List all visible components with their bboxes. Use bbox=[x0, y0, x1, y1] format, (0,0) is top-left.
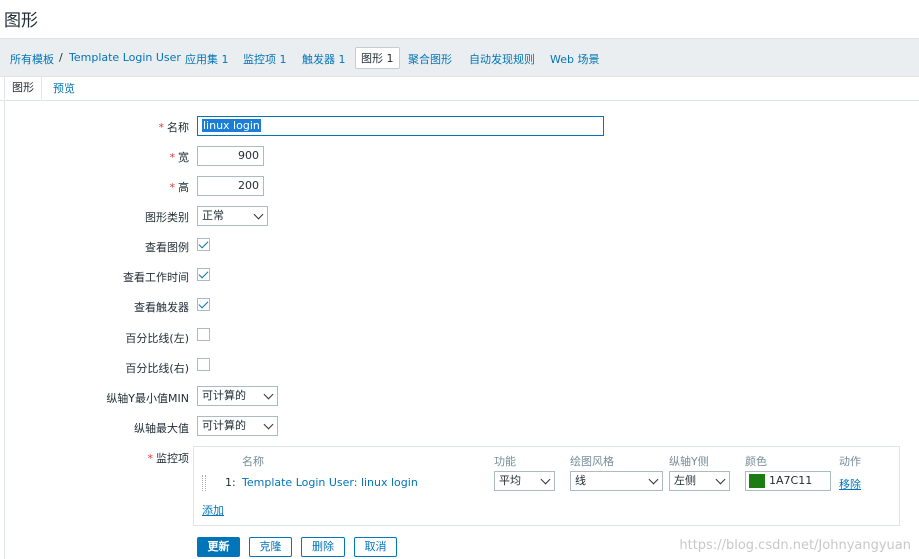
show-triggers-label: 查看触发器 bbox=[134, 301, 189, 314]
ymin-label: 纵轴Y最小值MIN bbox=[106, 392, 189, 405]
delete-button[interactable]: 删除 bbox=[301, 537, 345, 557]
checkmark-icon bbox=[198, 298, 209, 309]
nav-applications-link[interactable]: 应用集 1 bbox=[185, 51, 229, 67]
function-select[interactable]: 平均 bbox=[494, 471, 555, 491]
drag-handle-icon[interactable] bbox=[202, 475, 206, 491]
chevron-down-icon bbox=[540, 474, 551, 485]
chevron-down-icon bbox=[648, 474, 659, 485]
breadcrumb-separator: / bbox=[59, 51, 63, 64]
ymin-select[interactable]: 可计算的 bbox=[197, 386, 278, 406]
y-axis-side-select[interactable]: 左侧 bbox=[669, 471, 730, 491]
tab-graph[interactable]: 图形 bbox=[4, 76, 42, 100]
percentile-right-checkbox[interactable] bbox=[197, 358, 210, 371]
name-input[interactable]: linux login bbox=[197, 116, 604, 136]
nav-triggers-link[interactable]: 触发器 1 bbox=[302, 51, 346, 67]
col-header-name: 名称 bbox=[242, 455, 264, 468]
required-marker: * bbox=[169, 181, 176, 194]
show-legend-checkbox[interactable] bbox=[197, 238, 210, 251]
show-working-time-label: 查看工作时间 bbox=[123, 271, 189, 284]
color-input[interactable]: 1A7C11 bbox=[745, 471, 831, 491]
required-marker: * bbox=[158, 121, 165, 134]
chevron-down-icon bbox=[715, 474, 726, 485]
height-input[interactable]: 200 bbox=[197, 176, 264, 196]
col-header-y-axis-side: 纵轴Y侧 bbox=[669, 455, 709, 468]
col-header-color: 颜色 bbox=[745, 455, 767, 468]
breadcrumb: 所有模板 / Template Login User 应用集 1 监控项 1 触… bbox=[0, 38, 919, 77]
tab-bar: 图形 预览 bbox=[0, 76, 919, 101]
percentile-right-label: 百分比线(右) bbox=[125, 362, 189, 375]
clone-button[interactable]: 克隆 bbox=[249, 537, 292, 557]
col-header-action: 动作 bbox=[839, 455, 861, 468]
ymax-select[interactable]: 可计算的 bbox=[197, 416, 278, 436]
col-header-function: 功能 bbox=[494, 455, 516, 468]
graph-type-select[interactable]: 正常 bbox=[197, 206, 268, 226]
chevron-down-icon bbox=[263, 389, 274, 400]
checkmark-icon bbox=[198, 268, 209, 279]
draw-style-select[interactable]: 线 bbox=[570, 471, 663, 491]
height-label: * 高 bbox=[169, 181, 190, 194]
show-triggers-checkbox[interactable] bbox=[197, 298, 210, 311]
width-label: * 宽 bbox=[169, 151, 190, 164]
col-header-draw-style: 绘图风格 bbox=[570, 455, 614, 468]
nav-discovery-link[interactable]: 自动发现规则 bbox=[469, 51, 535, 67]
required-marker: * bbox=[147, 452, 154, 465]
checkmark-icon bbox=[198, 238, 209, 249]
show-legend-label: 查看图例 bbox=[145, 241, 189, 254]
nav-items-link[interactable]: 监控项 1 bbox=[243, 51, 287, 67]
breadcrumb-all-templates-link[interactable]: 所有模板 bbox=[10, 51, 54, 67]
graph-type-label: 图形类别 bbox=[145, 211, 189, 224]
breadcrumb-template-link[interactable]: Template Login User bbox=[69, 51, 181, 64]
required-marker: * bbox=[169, 151, 176, 164]
color-swatch[interactable] bbox=[749, 474, 765, 488]
watermark: https://blog.csdn.net/Johnyangyuan bbox=[679, 538, 911, 553]
name-label: * 名称 bbox=[158, 121, 190, 134]
nav-graphs-link[interactable]: 图形 1 bbox=[355, 47, 400, 69]
row-index: 1: bbox=[225, 476, 236, 489]
show-working-time-checkbox[interactable] bbox=[197, 268, 210, 281]
item-name-link[interactable]: Template Login User: linux login bbox=[242, 476, 418, 489]
items-table: 名称 功能 绘图风格 纵轴Y侧 颜色 动作 1: Template Login … bbox=[193, 446, 900, 526]
chevron-down-icon bbox=[263, 419, 274, 430]
percentile-left-checkbox[interactable] bbox=[197, 328, 210, 341]
tab-preview[interactable]: 预览 bbox=[46, 80, 82, 99]
remove-item-link[interactable]: 移除 bbox=[839, 476, 861, 492]
nav-screens-link[interactable]: 聚合图形 bbox=[408, 51, 452, 67]
cancel-button[interactable]: 取消 bbox=[354, 537, 397, 557]
percentile-left-label: 百分比线(左) bbox=[125, 332, 189, 345]
chevron-down-icon bbox=[253, 209, 264, 220]
update-button[interactable]: 更新 bbox=[197, 537, 240, 557]
add-item-link[interactable]: 添加 bbox=[202, 502, 224, 518]
items-label: * 监控项 bbox=[147, 452, 190, 465]
nav-web-link[interactable]: Web 场景 bbox=[550, 51, 599, 67]
page-title: 图形 bbox=[4, 11, 38, 31]
ymax-label: 纵轴最大值 bbox=[134, 422, 189, 435]
width-input[interactable]: 900 bbox=[197, 146, 264, 166]
